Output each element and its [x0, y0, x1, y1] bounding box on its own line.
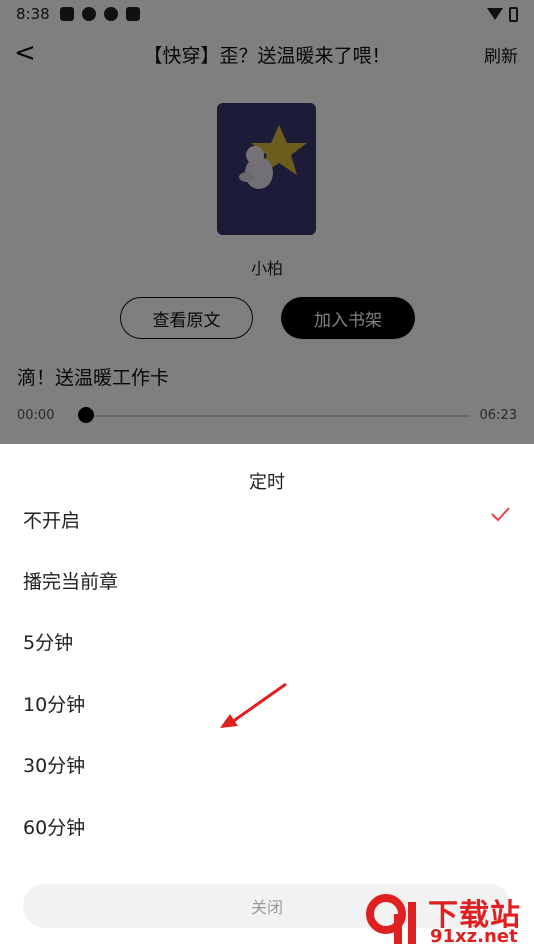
option-label: 不开启: [23, 510, 81, 532]
option-label: 播完当前章: [23, 571, 119, 593]
option-label: 30分钟: [23, 755, 86, 777]
sheet-title: 定时: [249, 472, 285, 493]
annotation-arrow-icon: [220, 682, 287, 728]
option-label: 60分钟: [23, 817, 86, 839]
timer-option-end-of-chapter[interactable]: 播完当前章: [0, 559, 534, 599]
option-label: 5分钟: [23, 632, 74, 654]
watermark-logo-icon: [366, 894, 416, 944]
timer-option-5min[interactable]: 5分钟: [0, 620, 534, 660]
option-label: 10分钟: [23, 694, 86, 716]
watermark: 下载站 91xz.net: [364, 888, 534, 950]
timer-option-off[interactable]: 不开启: [0, 498, 534, 538]
watermark-url: 91xz.net: [430, 926, 518, 947]
timer-option-30min[interactable]: 30分钟: [0, 743, 534, 783]
checkmark-icon: [491, 507, 510, 522]
timer-option-60min[interactable]: 60分钟: [0, 805, 534, 845]
